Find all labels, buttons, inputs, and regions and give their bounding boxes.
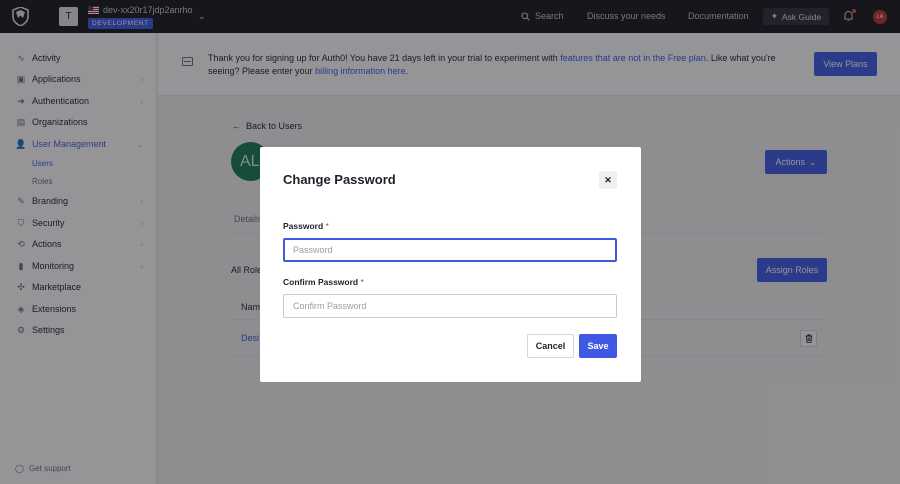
password-field[interactable] xyxy=(283,238,617,262)
save-button[interactable]: Save xyxy=(579,334,617,358)
close-button[interactable]: ✕ xyxy=(599,171,617,189)
confirm-password-field[interactable] xyxy=(283,294,617,318)
confirm-password-label-text: Confirm Password xyxy=(283,277,359,287)
required-marker: * xyxy=(360,277,364,287)
required-marker: * xyxy=(325,221,329,231)
password-label: Password * xyxy=(283,221,329,231)
change-password-dialog: Change Password ✕ Password * Confirm Pas… xyxy=(260,147,641,382)
confirm-password-label: Confirm Password * xyxy=(283,277,364,287)
password-label-text: Password xyxy=(283,221,324,231)
cancel-button[interactable]: Cancel xyxy=(527,334,574,358)
dialog-title: Change Password xyxy=(283,172,396,187)
close-icon: ✕ xyxy=(604,174,612,185)
